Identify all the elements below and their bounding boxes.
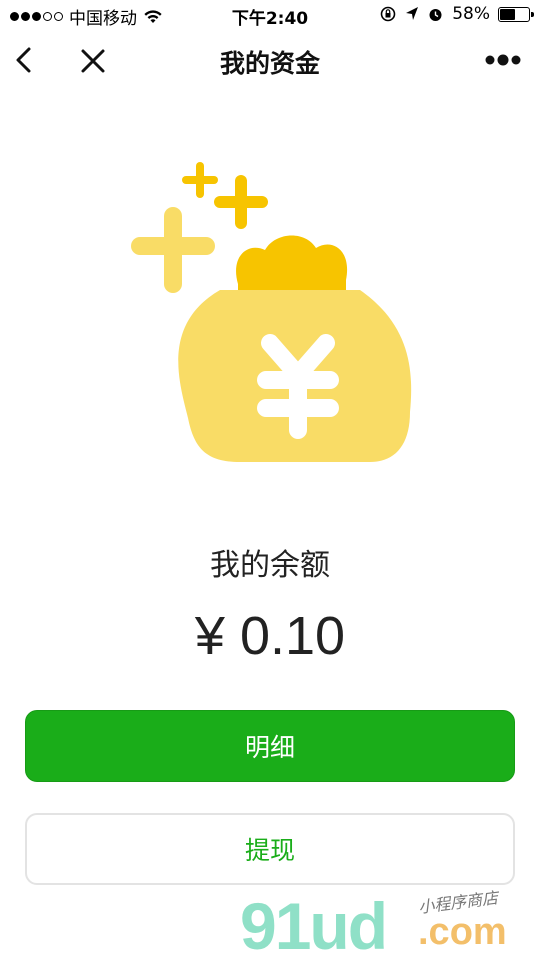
balance-label: 我的余额 [210,548,330,583]
battery-icon [498,6,534,22]
status-right: 58% [379,4,534,24]
battery-level [500,8,516,20]
nav-bar: 我的资金 [0,30,540,92]
watermark-logo: 91ud 小程序商店 .com [240,885,540,960]
sparkle-plus-medium [214,175,268,229]
status-bar: 中国移动 下午2:40 58% [0,0,540,30]
page-title: 我的资金 [219,49,320,78]
sparkle-plus-large [131,207,215,293]
location-icon [406,7,419,20]
watermark-domain: .com [418,911,507,953]
watermark-brand: 91ud [240,889,388,963]
more-dots-icon[interactable] [484,50,522,70]
orientation-lock-icon [380,6,396,22]
sparkle-plus-small [182,162,218,198]
balance-amount: ¥ 0.10 [194,606,346,666]
alarm-icon [429,8,442,21]
bag-knot [236,235,348,290]
money-bag-icon [131,162,412,462]
withdraw-button[interactable]: 提现 [25,813,515,885]
battery-percent: 58% [452,4,490,24]
details-button[interactable]: 明细 [25,710,515,782]
battery-cap [531,11,534,17]
